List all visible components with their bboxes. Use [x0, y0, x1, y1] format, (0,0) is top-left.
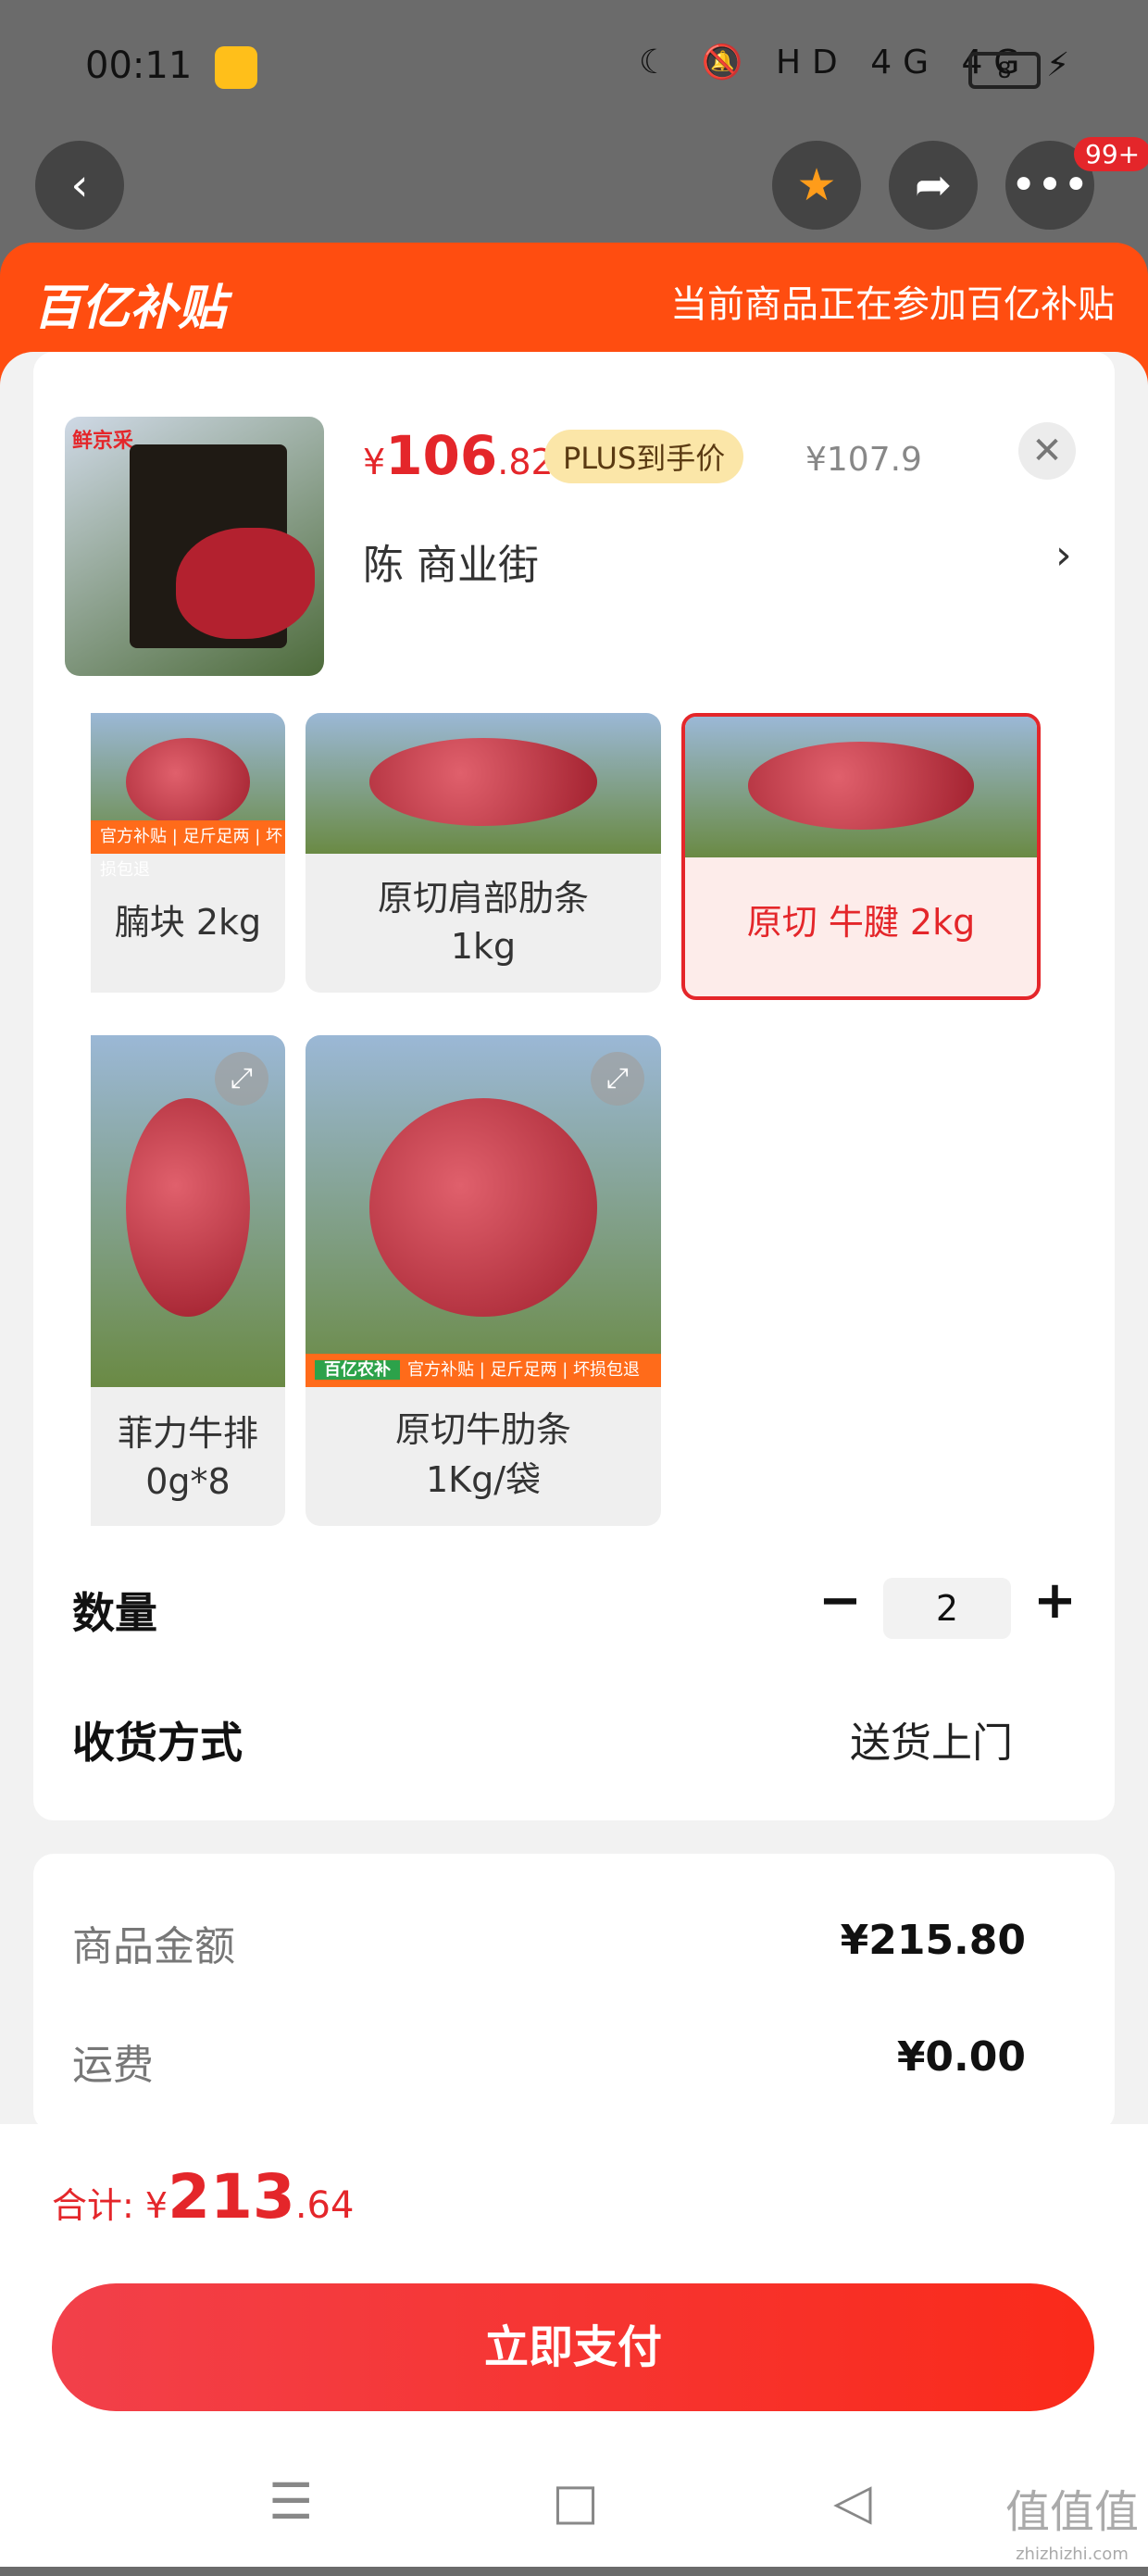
variant-option[interactable]: 原切肩部肋条 1kg — [306, 713, 661, 993]
more-icon: ••• — [1010, 159, 1090, 211]
favorite-button[interactable]: ★ — [772, 141, 861, 230]
variant-option[interactable]: 官方补贴 | 足斤足两 | 坏损包退 腩块 2kg — [91, 713, 285, 993]
status-time: 00:11 — [85, 44, 193, 87]
product-price: ¥106.82 — [363, 424, 554, 487]
pay-button[interactable]: 立即支付 — [52, 2283, 1094, 2411]
shipping-label: 运费 — [72, 2042, 154, 2089]
quantity-minus-button[interactable]: − — [818, 1570, 862, 1631]
share-icon: ➦ — [914, 159, 953, 211]
variant-label: 0g*8 — [145, 1461, 231, 1502]
chevron-right-icon[interactable]: › — [1055, 531, 1072, 579]
app-notification-icon — [215, 46, 257, 89]
quantity-label: 数量 — [72, 1588, 157, 1638]
expand-icon[interactable]: ⤢ — [591, 1052, 644, 1106]
status-bar: 00:11 ☾ 🔕 HD 4G 4G 8 ⚡ — [0, 0, 1148, 139]
banner-logo: 百亿补贴 — [33, 281, 227, 336]
back-button[interactable]: ‹ — [35, 141, 124, 230]
delivery-address[interactable]: 陈 商业街 — [363, 531, 539, 591]
quantity-plus-button[interactable]: + — [1033, 1570, 1077, 1631]
variant-option[interactable]: ⤢ 百亿农补 官方补贴 | 足斤足两 | 坏损包退 原切牛肋条 1Kg/袋 — [306, 1035, 661, 1526]
battery-icon: 8 — [968, 52, 1041, 89]
expand-icon[interactable]: ⤢ — [215, 1052, 268, 1106]
variant-label: 腩块 2kg — [114, 902, 262, 943]
variant-label: 原切肩部肋条 — [377, 878, 589, 919]
delivery-label: 收货方式 — [72, 1718, 243, 1768]
goods-amount-label: 商品金额 — [72, 1923, 235, 1970]
variant-label: 原切 牛腱 2kg — [746, 902, 976, 943]
banner-text: 当前商品正在参加百亿补贴 — [670, 283, 1115, 326]
chevron-left-icon: ‹ — [70, 159, 89, 211]
variant-option-selected[interactable]: 原切 牛腱 2kg — [681, 713, 1041, 1000]
original-price: ¥107.9 — [805, 441, 922, 479]
notification-badge: 99+ — [1074, 137, 1148, 171]
thumb-brand: 鲜京采 — [72, 430, 134, 453]
star-icon: ★ — [796, 159, 837, 211]
strip-text: 官方补贴 | 足斤足两 | 坏损包退 — [407, 1360, 641, 1380]
menu-nav-icon[interactable]: ☰ — [268, 2472, 313, 2531]
plus-badge: PLUS到手价 — [544, 430, 744, 483]
product-thumbnail: 鲜京采 — [65, 417, 324, 676]
variant-label: 菲力牛排 — [117, 1413, 258, 1454]
back-nav-icon[interactable]: ◁ — [833, 2472, 872, 2531]
quantity-input[interactable]: 2 — [883, 1578, 1011, 1639]
total-price: 合计: ¥213.64 — [52, 2161, 355, 2232]
strip-tag: 百亿农补 — [315, 1360, 400, 1380]
share-button[interactable]: ➦ — [889, 141, 978, 230]
close-button[interactable]: ✕ — [1018, 422, 1076, 480]
watermark: 值值值 zhizhizhi.com — [1004, 2486, 1139, 2564]
delivery-method[interactable]: 送货上门 — [850, 1709, 1013, 1769]
variant-label: 原切牛肋条 — [394, 1409, 571, 1450]
shipping-value: ¥0.00 — [896, 2033, 1026, 2081]
home-nav-icon[interactable]: □ — [552, 2472, 599, 2531]
strip-text: 官方补贴 | 足斤足两 | 坏损包退 — [100, 827, 283, 880]
variant-label: 1Kg/袋 — [425, 1459, 542, 1500]
variant-option[interactable]: ⤢ 菲力牛排 0g*8 — [91, 1035, 285, 1526]
goods-amount-value: ¥215.80 — [840, 1917, 1026, 1964]
summary-card — [33, 1854, 1115, 2132]
charging-icon: ⚡ — [1046, 46, 1070, 84]
variant-label: 1kg — [450, 926, 517, 967]
